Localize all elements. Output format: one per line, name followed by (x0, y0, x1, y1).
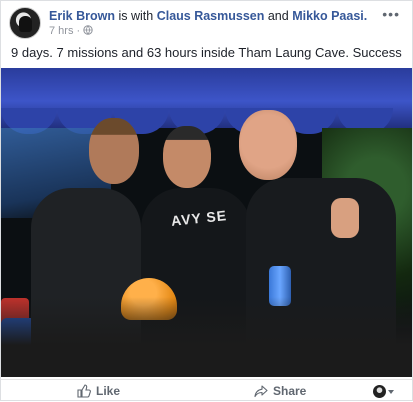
person-middle-head (163, 126, 211, 188)
share-button[interactable]: Share (254, 384, 306, 398)
facebook-post: Erik Brown is with Claus Rasmussen and M… (0, 0, 413, 401)
share-label: Share (273, 384, 307, 398)
post-time-link[interactable]: 7 hrs · (49, 25, 83, 37)
more-options-icon[interactable]: ••• (382, 6, 400, 22)
share-arrow-icon (254, 385, 268, 398)
post-text: 9 days. 7 missions and 63 hours inside T… (11, 45, 402, 60)
avatar-silhouette (19, 16, 32, 32)
tagged-user-1-link[interactable]: Claus Rasmussen (157, 9, 265, 23)
like-button[interactable]: Like (77, 384, 120, 398)
with-text: is with (115, 9, 157, 23)
globe-icon (83, 25, 93, 35)
profile-selector-icon[interactable] (373, 385, 394, 398)
post-meta: 7 hrs · (49, 25, 93, 37)
tagged-user-2-link[interactable]: Mikko Paasi. (292, 9, 367, 23)
thumbs-up-icon (77, 384, 91, 398)
post-header: Erik Brown is with Claus Rasmussen and M… (1, 1, 412, 41)
chevron-down-icon (388, 389, 394, 394)
person-right-head (239, 110, 297, 180)
thumbs-up-hand (331, 198, 359, 238)
ground-shadow (1, 297, 412, 377)
and-text: and (264, 9, 293, 23)
mini-avatar (373, 385, 386, 398)
post-photo[interactable]: AVY SE (1, 68, 412, 377)
author-avatar[interactable] (9, 7, 41, 39)
post-actions-bar: Like Share (1, 379, 412, 402)
person-left-head (89, 118, 139, 184)
author-name-link[interactable]: Erik Brown (49, 9, 115, 23)
like-label: Like (96, 384, 121, 398)
post-headline: Erik Brown is with Claus Rasmussen and M… (49, 9, 367, 23)
